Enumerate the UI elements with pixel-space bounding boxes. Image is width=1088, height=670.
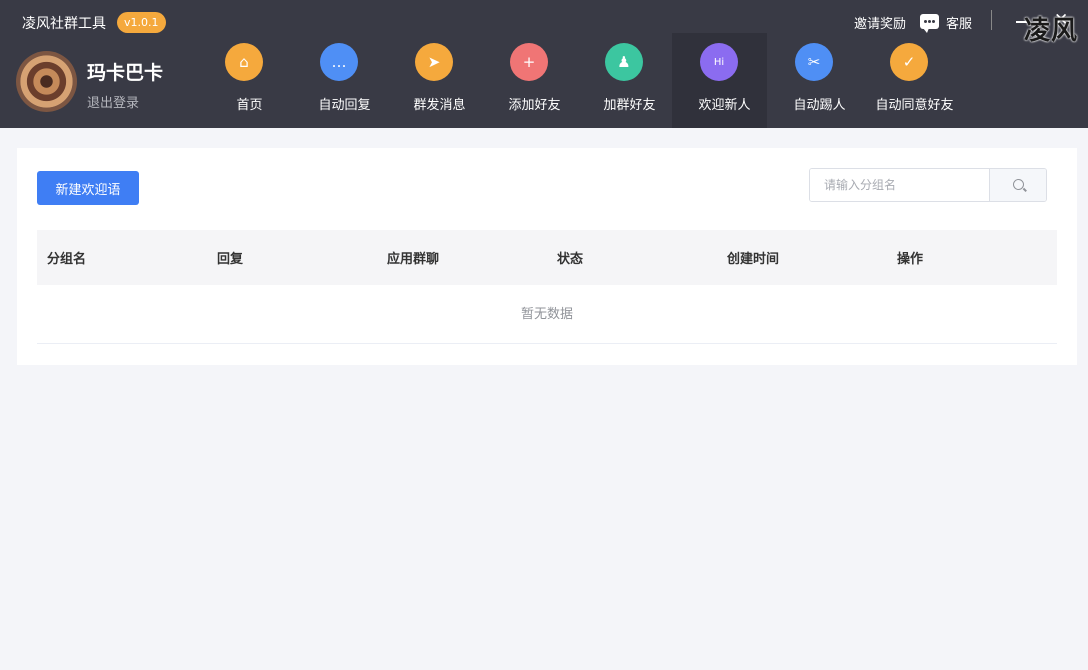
column-header-actions: 操作	[897, 252, 924, 267]
nav-item-3[interactable]: + 添加好友	[482, 33, 577, 128]
column-header-reply: 回复	[217, 252, 244, 267]
add-user-icon: +	[510, 43, 548, 81]
avatar[interactable]	[16, 51, 77, 112]
nav-item-6[interactable]: ✂ 自动踢人	[767, 33, 862, 128]
send-icon: ➤	[415, 43, 453, 81]
home-icon: ⌂	[225, 43, 263, 81]
nav-item-2[interactable]: ➤ 群发消息	[387, 33, 482, 128]
chat-icon: …	[320, 43, 358, 81]
nav-item-label: 加群好友	[603, 98, 656, 113]
new-welcome-button[interactable]: 新建欢迎语	[37, 171, 139, 205]
column-header-status: 状态	[557, 252, 584, 267]
hi-icon: Hi	[700, 43, 738, 81]
nav-item-label: 自动同意好友	[875, 98, 954, 113]
search-button[interactable]	[989, 169, 1046, 201]
nav-item-label: 首页	[236, 98, 263, 113]
nav-item-1[interactable]: … 自动回复	[292, 33, 387, 128]
nav-item-5[interactable]: Hi 欢迎新人	[672, 33, 767, 128]
table-empty-text: 暂无数据	[37, 285, 1057, 344]
agree-user-icon: ✓	[890, 43, 928, 81]
group-icon: ♟	[605, 43, 643, 81]
customer-service-link[interactable]: 客服	[946, 13, 972, 32]
main-panel: 新建欢迎语 分组名 回复 应用群聊 状态 创建时间 操作 暂无数据	[17, 148, 1077, 365]
logout-link[interactable]: 退出登录	[87, 92, 139, 111]
table-header: 分组名 回复 应用群聊 状态 创建时间 操作	[37, 230, 1057, 285]
column-header-group-name: 分组名	[47, 252, 87, 267]
watermark-logo: 凌风	[1023, 16, 1078, 46]
search-box	[809, 168, 1047, 202]
kick-icon: ✂	[795, 43, 833, 81]
search-icon-handle	[1023, 187, 1027, 192]
version-badge: v1.0.1	[117, 12, 166, 33]
column-header-created-time: 创建时间	[727, 252, 780, 267]
nav-item-label: 群发消息	[413, 98, 466, 113]
divider	[991, 10, 992, 30]
column-header-groups: 应用群聊	[387, 252, 440, 267]
nav-item-7[interactable]: ✓ 自动同意好友	[862, 33, 957, 128]
nav-item-label: 欢迎新人	[698, 98, 751, 113]
customer-service-icon[interactable]	[920, 14, 939, 33]
nav-item-label: 添加好友	[508, 98, 561, 113]
user-name: 玛卡巴卡	[87, 62, 164, 84]
search-input[interactable]	[810, 169, 989, 201]
nav-item-0[interactable]: ⌂ 首页	[197, 33, 292, 128]
title-bar: 凌风社群工具 v1.0.1 邀请奖励 客服 ✕ 凌风 玛卡巴卡 退出登录 ⌂ 首页…	[0, 0, 1088, 128]
invite-reward-link[interactable]: 邀请奖励	[854, 13, 906, 32]
nav-item-label: 自动回复	[318, 98, 371, 113]
main-nav: ⌂ 首页 … 自动回复 ➤ 群发消息 + 添加好友 ♟ 加群好友 Hi 欢迎新人 ✂ 自动踢人 ✓ 自动同意好…	[197, 33, 957, 128]
nav-item-4[interactable]: ♟ 加群好友	[577, 33, 672, 128]
app-title: 凌风社群工具	[22, 16, 106, 32]
